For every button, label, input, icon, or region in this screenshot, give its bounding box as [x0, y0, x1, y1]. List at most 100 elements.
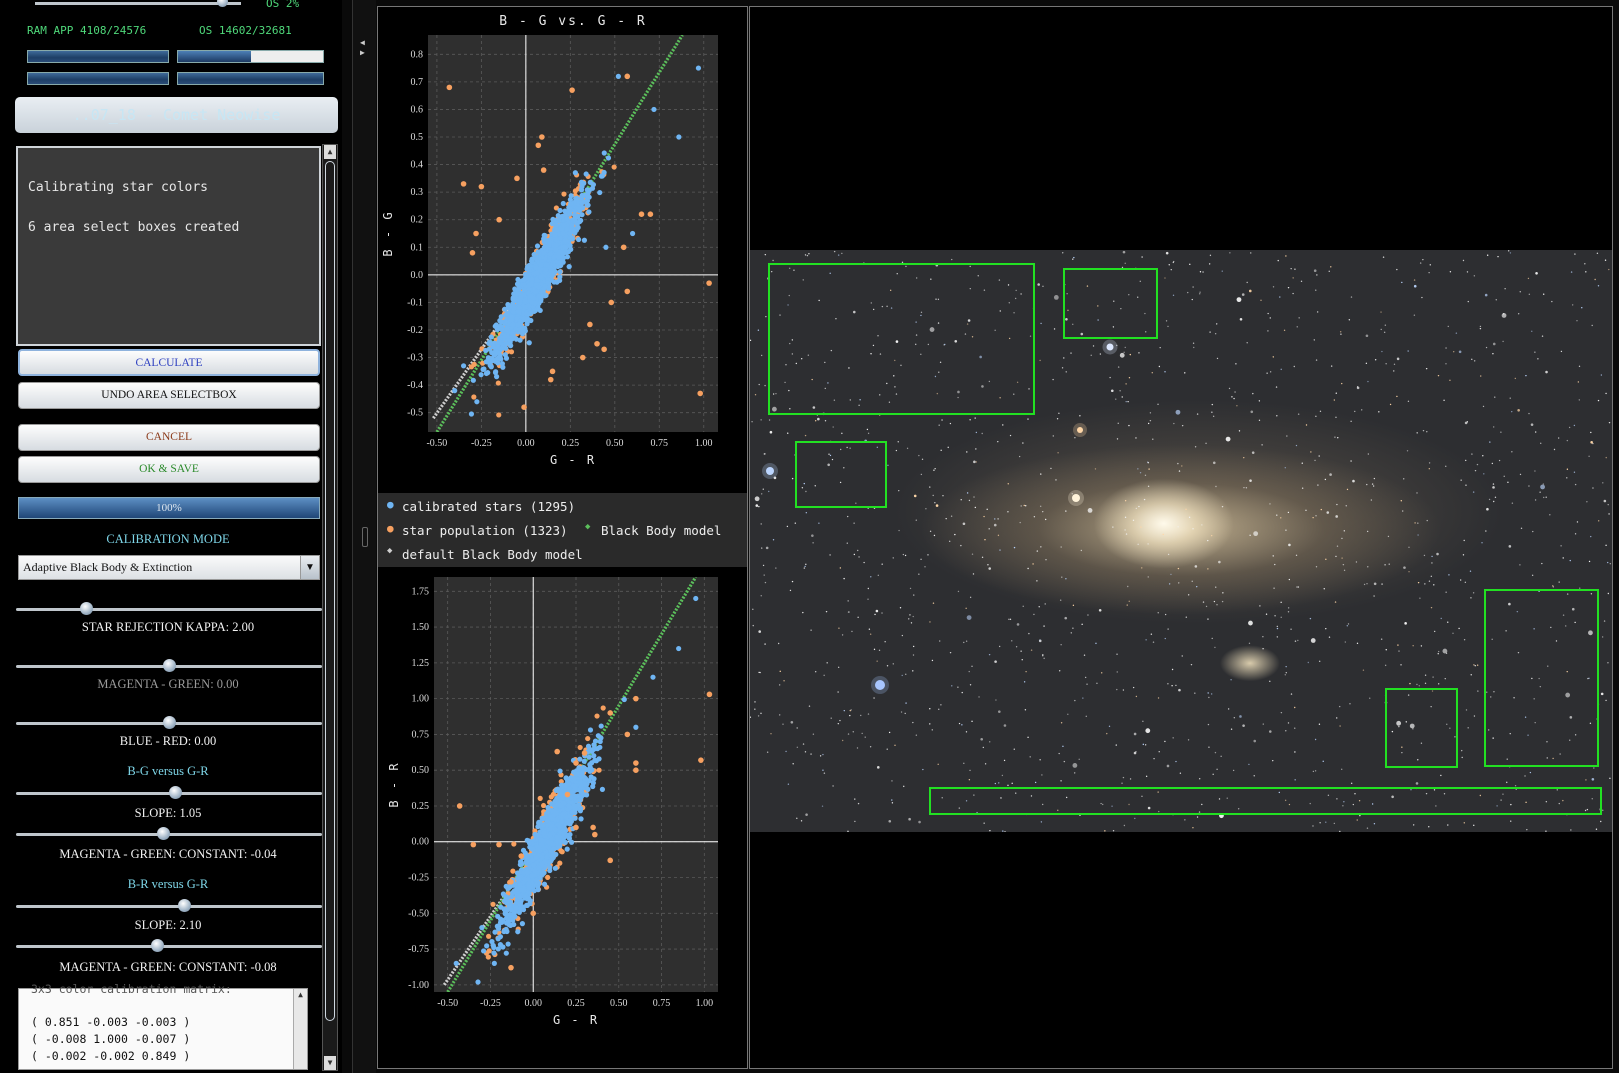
- galaxy-image[interactable]: [750, 250, 1612, 832]
- area-selectbox[interactable]: [929, 787, 1602, 815]
- area-selectbox[interactable]: [768, 263, 1035, 415]
- area-selectbox[interactable]: [1385, 688, 1458, 768]
- star: [997, 440, 999, 443]
- project-title[interactable]: ..07_18 - Comet Neowise: [15, 97, 338, 133]
- star: [1393, 370, 1395, 372]
- chevron-down-icon[interactable]: ▼: [300, 556, 319, 579]
- area-selectbox[interactable]: [1063, 268, 1158, 339]
- star: [1474, 665, 1476, 667]
- star: [888, 731, 891, 734]
- star: [1208, 746, 1210, 748]
- star: [1484, 293, 1488, 297]
- star: [1485, 530, 1487, 532]
- ok-save-button[interactable]: OK & SAVE: [18, 456, 320, 483]
- blue-red-slider[interactable]: [16, 716, 322, 730]
- bg-constant-slider[interactable]: [16, 827, 322, 841]
- star: [1290, 267, 1292, 270]
- star: [1279, 296, 1281, 298]
- star: [897, 441, 899, 443]
- calibrated-point: [478, 372, 484, 378]
- population-point: [508, 879, 514, 885]
- star: [1178, 582, 1180, 584]
- star: [1549, 514, 1551, 516]
- br-constant-slider[interactable]: [16, 939, 322, 953]
- slider-thumb[interactable]: [163, 716, 176, 729]
- kappa-slider[interactable]: [16, 602, 322, 616]
- population-point: [510, 868, 516, 874]
- slider-thumb[interactable]: [80, 602, 94, 615]
- star: [1509, 252, 1512, 254]
- population-point: [624, 731, 631, 738]
- population-point: [573, 824, 579, 831]
- star: [1122, 689, 1125, 691]
- image-viewer[interactable]: [749, 6, 1613, 1069]
- y-tick-label: -0.50: [408, 908, 429, 919]
- cancel-button[interactable]: CANCEL: [18, 424, 320, 451]
- calibrated-point: [545, 804, 551, 811]
- population-point: [706, 691, 713, 698]
- slider-thumb[interactable]: [156, 827, 170, 840]
- undo-selectbox-button[interactable]: UNDO AREA SELECTBOX: [18, 382, 320, 409]
- star: [1042, 655, 1044, 657]
- star: [1124, 262, 1126, 264]
- star: [1152, 641, 1155, 643]
- star: [1239, 318, 1243, 321]
- star: [1519, 291, 1521, 293]
- legend-dot-population: ●: [387, 522, 394, 535]
- panel-divider[interactable]: ◀ ▶: [352, 0, 376, 1073]
- calibrated-point: [549, 221, 556, 227]
- star: [1294, 706, 1296, 709]
- top-slider[interactable]: [35, 0, 241, 8]
- star: [1062, 252, 1064, 254]
- star: [1568, 426, 1571, 429]
- star: [763, 574, 765, 576]
- star: [810, 753, 812, 755]
- calibrated-point: [492, 929, 498, 935]
- calibrated-point: [560, 811, 566, 817]
- calibrated-point: [538, 262, 544, 268]
- slider-thumb[interactable]: [150, 939, 164, 952]
- slider-thumb[interactable]: [169, 786, 183, 799]
- magenta-green-slider[interactable]: [16, 659, 322, 673]
- slider-thumb[interactable]: [163, 659, 176, 672]
- star: [857, 802, 860, 805]
- star: [1463, 639, 1466, 641]
- star: [764, 384, 766, 387]
- calibration-mode-select[interactable]: Adaptive Black Body & Extinction ▼: [18, 555, 320, 580]
- area-selectbox[interactable]: [1484, 589, 1599, 767]
- star: [817, 417, 820, 421]
- star: [1060, 780, 1062, 782]
- star: [750, 716, 752, 718]
- star: [802, 743, 805, 745]
- star: [1138, 505, 1140, 508]
- star: [1290, 628, 1292, 630]
- star: [1261, 444, 1263, 446]
- chart-legend: ● calibrated stars (1295) ● star populat…: [378, 493, 747, 567]
- matrix-scrollbar[interactable]: ▲: [293, 989, 307, 1069]
- magenta-green-label: MAGENTA - GREEN: 0.00: [97, 677, 239, 691]
- star: [1531, 330, 1533, 332]
- bg-slope-slider[interactable]: [16, 786, 322, 800]
- collapse-arrow-icon[interactable]: ◀ ▶: [360, 38, 365, 58]
- population-point: [473, 230, 479, 237]
- star: [814, 420, 817, 422]
- star: [1157, 403, 1159, 405]
- star: [1463, 822, 1465, 824]
- area-selectbox[interactable]: [795, 441, 887, 508]
- star: [954, 533, 956, 536]
- star: [1253, 531, 1259, 537]
- slider-thumb[interactable]: [178, 899, 192, 912]
- star: [1063, 357, 1065, 359]
- star: [1165, 251, 1169, 255]
- split-handle[interactable]: [362, 527, 368, 547]
- calculate-button[interactable]: CALCULATE: [18, 349, 320, 376]
- star: [1239, 715, 1242, 718]
- star: [867, 432, 870, 435]
- star: [1248, 642, 1251, 645]
- star: [825, 610, 828, 613]
- star: [789, 589, 792, 592]
- star: [1528, 412, 1530, 415]
- calibrated-point: [526, 840, 533, 846]
- star: [1036, 550, 1039, 552]
- br-slope-slider[interactable]: [16, 899, 322, 913]
